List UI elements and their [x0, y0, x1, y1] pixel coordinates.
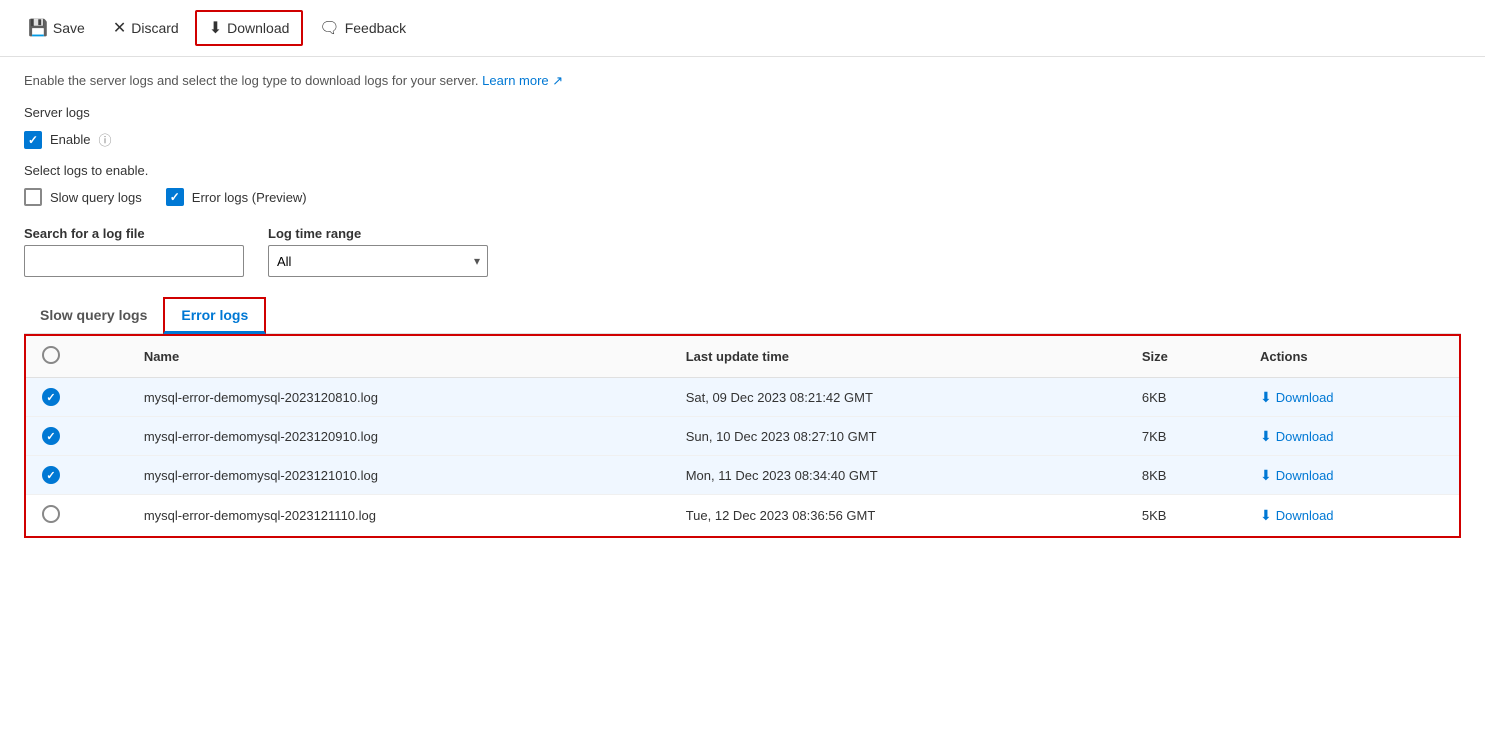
time-range-label: Log time range	[268, 226, 488, 241]
col-select	[26, 336, 128, 378]
enable-row: ✓ Enable ⓘ	[24, 130, 1461, 149]
row-last-update-2: Mon, 11 Dec 2023 08:34:40 GMT	[670, 456, 1126, 495]
table-row: mysql-error-demomysql-2023121010.logMon,…	[26, 456, 1459, 495]
col-size: Size	[1126, 336, 1244, 378]
row-download-0[interactable]: ⬇ Download	[1260, 389, 1443, 406]
download-icon: ⬇	[1260, 507, 1272, 524]
col-last-update: Last update time	[670, 336, 1126, 378]
error-logs-label: Error logs (Preview)	[192, 190, 307, 205]
toolbar: 💾 Save ✕ Discard ⬇ Download 🗨 Feedback	[0, 0, 1485, 57]
row-size-0: 6KB	[1126, 378, 1244, 417]
row-download-1[interactable]: ⬇ Download	[1260, 428, 1443, 445]
error-logs-item: ✓ Error logs (Preview)	[166, 188, 307, 206]
col-actions: Actions	[1244, 336, 1459, 378]
row-select-1[interactable]	[42, 427, 60, 445]
row-last-update-0: Sat, 09 Dec 2023 08:21:42 GMT	[670, 378, 1126, 417]
search-label: Search for a log file	[24, 226, 244, 241]
save-button[interactable]: 💾 Save	[16, 12, 97, 44]
row-download-2[interactable]: ⬇ Download	[1260, 467, 1443, 484]
enable-checkbox[interactable]: ✓	[24, 131, 42, 149]
tab-error-logs[interactable]: Error logs	[163, 297, 266, 334]
download-icon: ⬇	[1260, 467, 1272, 484]
row-name-3: mysql-error-demomysql-2023121110.log	[128, 495, 670, 537]
discard-button[interactable]: ✕ Discard	[101, 12, 191, 44]
error-logs-checkbox[interactable]: ✓	[166, 188, 184, 206]
download-icon: ⬇	[1260, 428, 1272, 445]
search-input[interactable]	[24, 245, 244, 277]
save-label: Save	[53, 20, 85, 36]
table-container: Name Last update time Size Actions mysql…	[24, 334, 1461, 538]
table-row: mysql-error-demomysql-2023121110.logTue,…	[26, 495, 1459, 537]
discard-label: Discard	[131, 20, 178, 36]
search-filter-row: Search for a log file Log time range All…	[24, 226, 1461, 277]
info-text: Enable the server logs and select the lo…	[24, 73, 1461, 89]
download-button[interactable]: ⬇ Download	[195, 10, 304, 46]
logs-table: Name Last update time Size Actions mysql…	[26, 336, 1459, 536]
enable-checkmark: ✓	[28, 133, 38, 147]
select-all-radio[interactable]	[42, 346, 60, 364]
server-logs-label: Server logs	[24, 105, 1461, 120]
row-select-3[interactable]	[42, 505, 60, 523]
learn-more-link[interactable]: Learn more ↗	[482, 73, 563, 88]
enable-info-icon[interactable]: ⓘ	[98, 130, 111, 149]
table-row: mysql-error-demomysql-2023120910.logSun,…	[26, 417, 1459, 456]
time-range-group: Log time range All Last hour Last 6 hour…	[268, 226, 488, 277]
slow-query-label: Slow query logs	[50, 190, 142, 205]
download-label: Download	[227, 20, 289, 36]
save-icon: 💾	[28, 18, 48, 38]
slow-query-checkbox[interactable]	[24, 188, 42, 206]
feedback-button[interactable]: 🗨 Feedback	[307, 12, 418, 44]
download-icon: ⬇	[1260, 389, 1272, 406]
row-size-1: 7KB	[1126, 417, 1244, 456]
feedback-label: Feedback	[345, 20, 406, 36]
main-content: Enable the server logs and select the lo…	[0, 57, 1485, 554]
error-logs-checkmark: ✓	[170, 190, 180, 204]
table-row: mysql-error-demomysql-2023120810.logSat,…	[26, 378, 1459, 417]
feedback-icon: 🗨	[319, 18, 339, 38]
row-select-2[interactable]	[42, 466, 60, 484]
select-logs-label: Select logs to enable.	[24, 163, 1461, 178]
row-download-3[interactable]: ⬇ Download	[1260, 507, 1443, 524]
time-range-select-wrapper: All Last hour Last 6 hours Last 12 hours…	[268, 245, 488, 277]
log-types-row: Slow query logs ✓ Error logs (Preview)	[24, 188, 1461, 206]
row-size-2: 8KB	[1126, 456, 1244, 495]
slow-query-logs-item: Slow query logs	[24, 188, 142, 206]
row-last-update-3: Tue, 12 Dec 2023 08:36:56 GMT	[670, 495, 1126, 537]
col-name: Name	[128, 336, 670, 378]
row-name-2: mysql-error-demomysql-2023121010.log	[128, 456, 670, 495]
tab-slow-query-logs[interactable]: Slow query logs	[24, 299, 163, 333]
discard-icon: ✕	[113, 18, 126, 38]
enable-label: Enable	[50, 132, 90, 147]
row-size-3: 5KB	[1126, 495, 1244, 537]
tabs-container: Slow query logs Error logs Name Last upd…	[24, 297, 1461, 538]
tabs-row: Slow query logs Error logs	[24, 297, 1461, 334]
search-field-group: Search for a log file	[24, 226, 244, 277]
row-last-update-1: Sun, 10 Dec 2023 08:27:10 GMT	[670, 417, 1126, 456]
row-name-0: mysql-error-demomysql-2023120810.log	[128, 378, 670, 417]
row-select-0[interactable]	[42, 388, 60, 406]
row-name-1: mysql-error-demomysql-2023120910.log	[128, 417, 670, 456]
time-range-select[interactable]: All Last hour Last 6 hours Last 12 hours…	[268, 245, 488, 277]
table-header-row: Name Last update time Size Actions	[26, 336, 1459, 378]
download-icon: ⬇	[209, 18, 222, 38]
external-link-icon: ↗	[552, 73, 563, 88]
